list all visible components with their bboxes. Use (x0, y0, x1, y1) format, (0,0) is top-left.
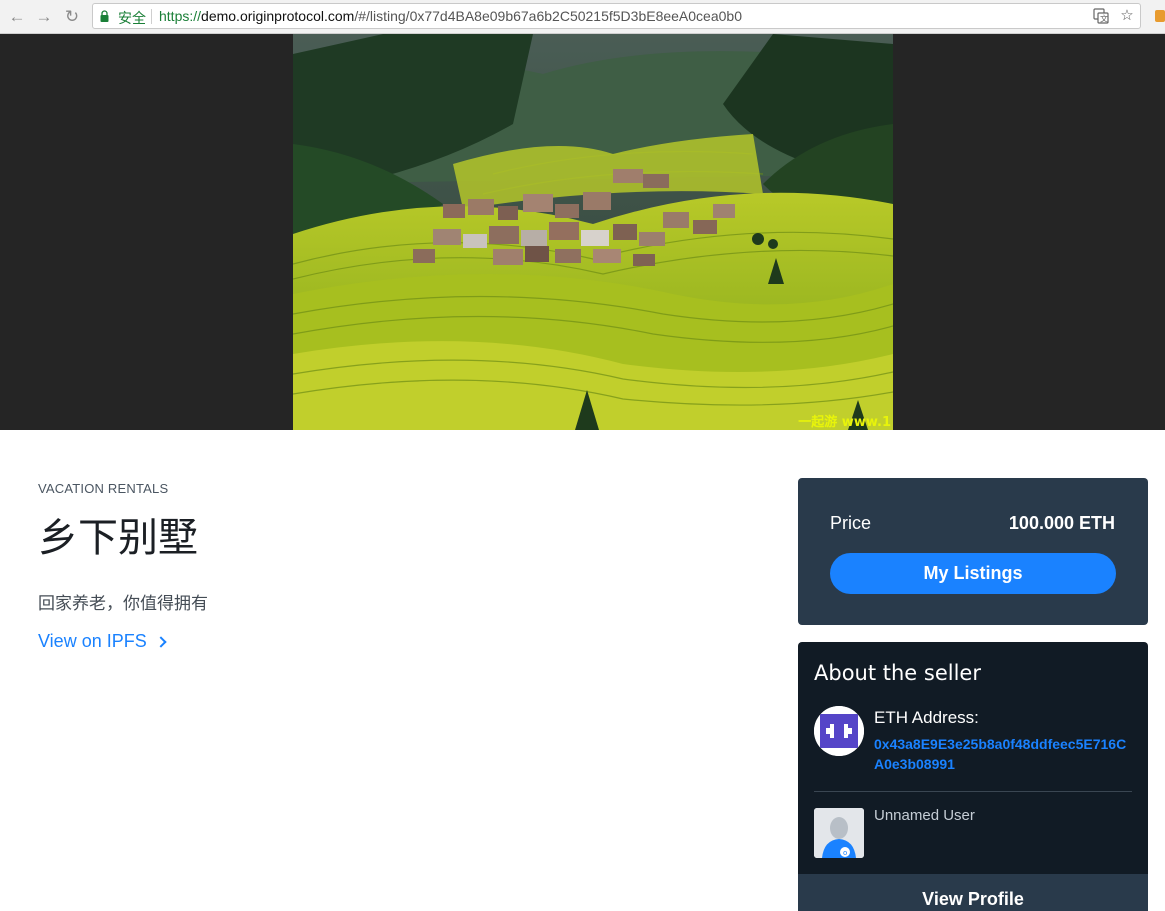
view-on-ipfs-link[interactable]: View on IPFS (38, 631, 167, 652)
listing-description: 回家养老，你值得拥有 (38, 594, 208, 613)
listing-category: VACATION RENTALS (38, 481, 169, 496)
browser-toolbar: ← → ↻ 安全 https://demo.originprotocol.com… (0, 0, 1165, 34)
ipfs-link-label: View on IPFS (38, 631, 147, 651)
landscape-image: 一起游 www.1 (293, 34, 893, 430)
seller-heading: About the seller (814, 661, 981, 685)
reload-icon[interactable]: ↻ (61, 6, 83, 28)
price-value: 100.000 ETH (1008, 513, 1115, 533)
listing-title: 乡下别墅 (38, 515, 198, 561)
identicon-avatar (814, 706, 864, 756)
price-label: Price (830, 513, 872, 533)
translate-icon[interactable]: 文 (1093, 8, 1109, 24)
svg-text:文: 文 (1100, 14, 1108, 24)
user-avatar-icon: o (814, 808, 864, 858)
seller-divider (814, 791, 1132, 792)
bookmark-star-icon[interactable]: ☆ (1119, 8, 1135, 24)
url-path: /#/listing/0x77d4BA8e09b67a6b2C50215f5D3… (354, 8, 742, 24)
eth-address-link[interactable]: 0x43a8E9E3e25b8a0f48ddfeec5E716CA0e3b089… (874, 734, 1130, 774)
back-arrow-icon[interactable]: ← (6, 6, 28, 28)
lock-icon (100, 10, 109, 22)
listing-photo[interactable]: 一起游 www.1 (293, 34, 893, 430)
seller-panel: About the seller ETH Address: 0x43a8E9E3… (798, 642, 1148, 911)
image-watermark: 一起游 www.1 (798, 414, 891, 430)
eth-address-label: ETH Address: (874, 708, 979, 727)
svg-text:o: o (843, 849, 847, 857)
url-text[interactable]: https://demo.originprotocol.com/#/listin… (159, 8, 742, 24)
url-protocol: https:// (159, 8, 202, 24)
url-host: demo.originprotocol.com (201, 8, 355, 24)
extension-icon[interactable] (1155, 10, 1165, 22)
listing-hero: 一起游 www.1 (0, 34, 1165, 430)
price-panel: Price 100.000 ETH My Listings (798, 478, 1148, 625)
forward-arrow-icon[interactable]: → (33, 6, 55, 28)
my-listings-button[interactable]: My Listings (830, 553, 1116, 594)
user-avatar: o (814, 808, 864, 858)
address-bar[interactable]: 安全 https://demo.originprotocol.com/#/lis… (92, 3, 1141, 29)
secure-label: 安全 (118, 10, 146, 26)
omnibox-separator (151, 9, 152, 24)
seller-user-name: Unnamed User (874, 807, 975, 824)
chevron-right-icon (155, 636, 167, 648)
identicon-icon (814, 706, 864, 756)
view-profile-button[interactable]: View Profile (798, 874, 1148, 911)
